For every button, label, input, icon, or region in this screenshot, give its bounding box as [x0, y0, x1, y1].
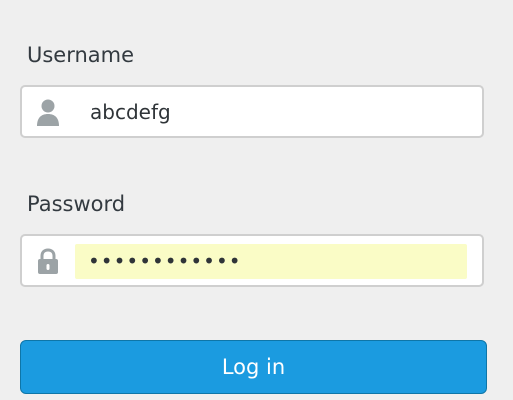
- password-field[interactable]: [20, 234, 484, 287]
- user-icon: [35, 98, 61, 126]
- username-field[interactable]: [20, 85, 484, 138]
- login-form: Username Password Log in: [0, 0, 513, 400]
- password-input[interactable]: [88, 244, 464, 279]
- password-label: Password: [27, 192, 126, 216]
- login-button[interactable]: Log in: [20, 340, 487, 394]
- username-label: Username: [27, 43, 135, 67]
- lock-icon: [35, 247, 61, 275]
- username-input[interactable]: [90, 97, 470, 127]
